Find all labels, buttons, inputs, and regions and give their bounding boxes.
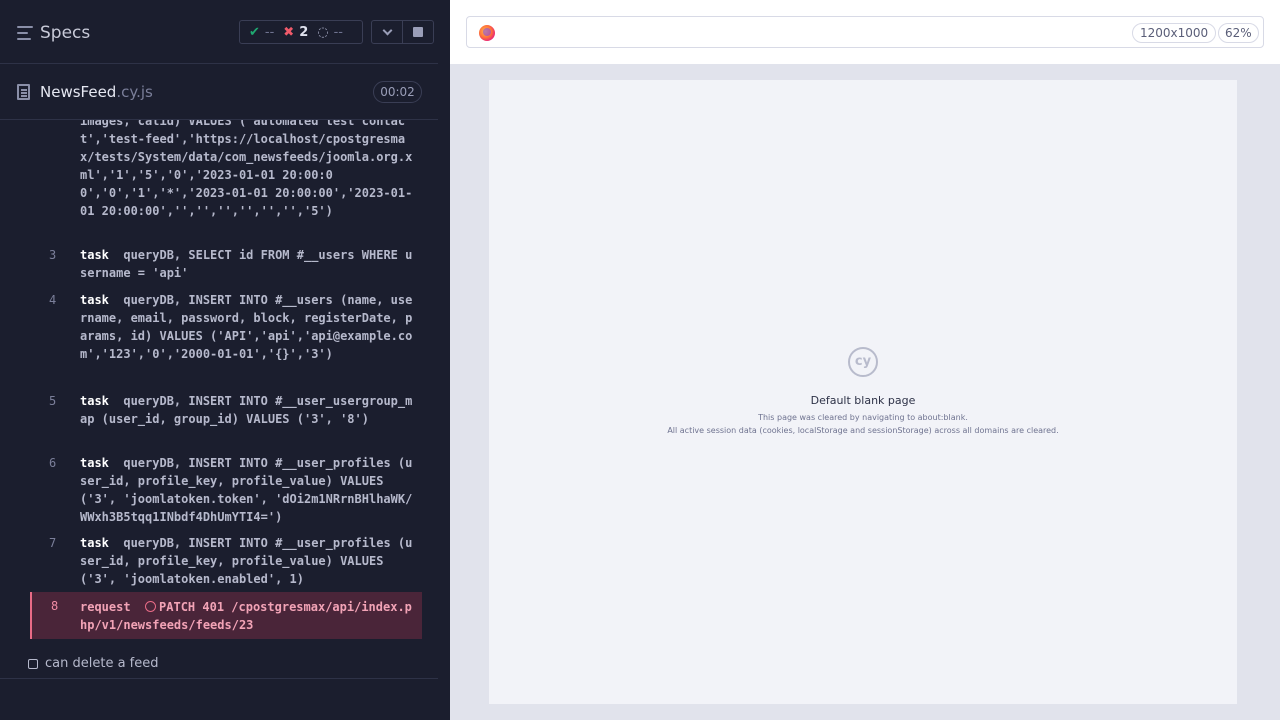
blank-page-description: This page was cleared by navigating to a… [758,413,968,422]
run-controls [371,20,434,44]
firefox-icon [479,25,495,41]
test-item-can-delete-a-feed[interactable]: can delete a feed [28,656,159,671]
spinner-icon: ◌ [317,24,329,40]
app-under-test-panel: 1200x1000 62% cy Default blank page This… [450,0,1280,720]
failed-command-row[interactable]: 8 request PATCH 401 /cpostgresmax/api/in… [30,592,422,639]
specs-list-icon[interactable] [17,26,33,40]
toggle-auto-scroll-button[interactable] [372,21,402,43]
reporter-panel: Specs ✔ -- ✖ 2 ◌ -- NewsFeed.cy.js 00:02… [0,0,438,720]
blank-page-description-2: All active session data (cookies, localS… [667,426,1059,435]
command-row[interactable]: 5 task queryDB, INSERT INTO #__user_user… [30,392,422,452]
file-icon [17,84,30,100]
stop-button[interactable] [402,21,433,43]
url-bar[interactable]: 1200x1000 62% [466,16,1264,48]
spec-duration: 00:02 [373,81,422,103]
command-row[interactable]: 3 task queryDB, SELECT id FROM #__users … [30,246,422,286]
command-row[interactable]: 4 task queryDB, INSERT INTO #__users (na… [30,291,422,391]
spec-file-name[interactable]: NewsFeed.cy.js [40,83,153,101]
spec-file-header: NewsFeed.cy.js 00:02 [0,65,438,120]
reporter-header: Specs ✔ -- ✖ 2 ◌ -- [0,0,438,64]
command-row[interactable]: 7 task queryDB, INSERT INTO #__user_prof… [30,534,422,594]
test-stats: ✔ -- ✖ 2 ◌ -- [239,20,363,44]
blank-page-title: Default blank page [810,394,916,407]
aut-header: 1200x1000 62% [450,0,1280,64]
failed-stat: ✖ 2 [283,24,309,40]
chevron-down-icon [382,25,393,35]
stop-icon [413,27,424,37]
error-circle-icon [145,601,157,612]
command-row[interactable]: 6 task queryDB, INSERT INTO #__user_prof… [30,454,422,532]
passed-stat: ✔ -- [249,24,275,40]
command-row[interactable]: images, catid) VALUES ('automated test c… [30,120,422,238]
viewport-size-badge[interactable]: 1200x1000 [1132,23,1217,43]
aut-iframe[interactable]: cy Default blank page This page was clea… [489,80,1237,704]
cypress-logo-icon: cy [848,347,878,377]
cypress-runner: Specs ✔ -- ✖ 2 ◌ -- NewsFeed.cy.js 00:02… [0,0,1280,720]
command-log[interactable]: images, catid) VALUES ('automated test c… [30,120,422,639]
zoom-badge[interactable]: 62% [1218,23,1259,43]
divider [0,678,438,679]
test-state-icon [28,658,38,669]
specs-title[interactable]: Specs [40,23,90,43]
check-icon: ✔ [249,24,260,40]
x-icon: ✖ [283,24,295,40]
pending-stat: ◌ -- [317,24,343,40]
